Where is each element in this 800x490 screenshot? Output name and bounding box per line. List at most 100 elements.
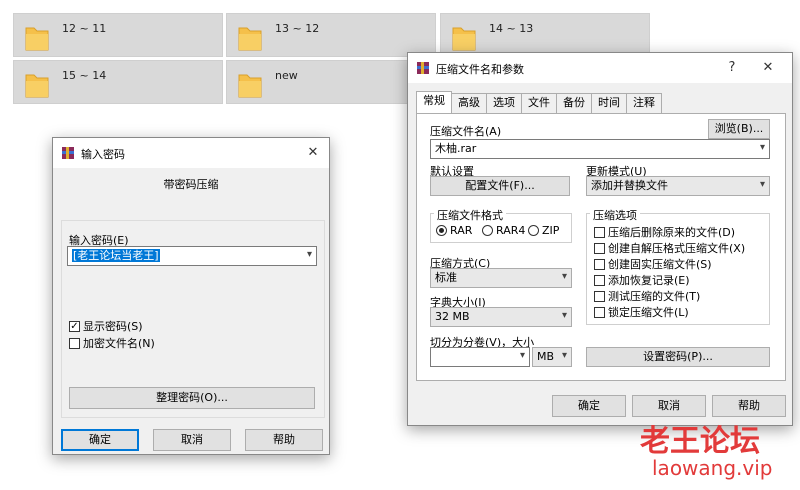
chevron-down-icon[interactable]: ▾	[520, 349, 525, 363]
checkbox-box	[594, 290, 605, 302]
tab-advanced[interactable]: 高级	[451, 93, 487, 113]
tab-files[interactable]: 文件	[521, 93, 557, 113]
format-rar-radio[interactable]: RAR	[436, 224, 472, 237]
checkbox-box	[594, 226, 605, 238]
winrar-icon	[62, 147, 74, 159]
archive-name-value: 木柚.rar	[435, 142, 477, 155]
method-value: 标准	[435, 271, 457, 284]
radio-dot	[436, 225, 447, 236]
delete-after-checkbox[interactable]: 压缩后删除原来的文件(D)	[594, 224, 735, 240]
password-dialog-titlebar[interactable]: 输入密码 ✕	[53, 138, 329, 168]
split-unit-value: MB	[537, 350, 555, 363]
folder-tile-new[interactable]: new	[226, 60, 436, 104]
radio-dot	[528, 225, 539, 236]
folder-label: 14 ~ 13	[489, 22, 534, 35]
set-password-button[interactable]: 设置密码(P)...	[586, 347, 770, 367]
test-files-checkbox[interactable]: 测试压缩的文件(T)	[594, 288, 700, 304]
radio-label: RAR	[450, 224, 473, 237]
update-mode-value: 添加并替换文件	[591, 179, 668, 192]
split-size-input[interactable]: ▾	[430, 347, 530, 367]
password-value: [老王论坛当老王]	[72, 249, 160, 262]
dialog-title: 压缩文件名和参数	[436, 63, 524, 76]
checkbox-label: 添加恢复记录(E)	[608, 274, 690, 287]
cancel-button[interactable]: 取消	[632, 395, 706, 417]
password-dialog: 输入密码 ✕ 带密码压缩 输入密码(E) [老王论坛当老王] ▾ ✓ 显示密码(…	[52, 137, 330, 455]
checkbox-label: 压缩后删除原来的文件(D)	[608, 226, 736, 239]
checkbox-box	[594, 242, 605, 254]
checkbox-box	[594, 258, 605, 270]
radio-dot	[482, 225, 493, 236]
checkbox-box	[69, 337, 80, 349]
update-mode-select[interactable]: 添加并替换文件 ▾	[586, 176, 770, 196]
solid-checkbox[interactable]: 创建固实压缩文件(S)	[594, 256, 712, 272]
options-group-title: 压缩选项	[590, 207, 640, 223]
checkbox-box	[594, 274, 605, 286]
checkbox-label: 创建自解压格式压缩文件(X)	[608, 242, 746, 255]
dialog-heading: 带密码压缩	[163, 178, 219, 191]
checkbox-label: 创建固实压缩文件(S)	[608, 258, 712, 271]
sfx-checkbox[interactable]: 创建自解压格式压缩文件(X)	[594, 240, 745, 256]
dictionary-select[interactable]: 32 MB ▾	[430, 307, 572, 327]
folder-tile-12-11[interactable]: 12 ~ 11	[13, 13, 223, 57]
profiles-button[interactable]: 配置文件(F)...	[430, 176, 570, 196]
format-rar4-radio[interactable]: RAR4	[482, 224, 525, 237]
folder-label: 15 ~ 14	[62, 69, 107, 82]
chevron-down-icon: ▾	[561, 350, 567, 361]
tab-comment[interactable]: 注释	[626, 93, 662, 113]
watermark-title: 老王论坛	[640, 424, 760, 459]
ok-button[interactable]: 确定	[61, 429, 139, 451]
chevron-down-icon[interactable]: ▾	[307, 248, 312, 262]
recovery-record-checkbox[interactable]: 添加恢复记录(E)	[594, 272, 690, 288]
folder-icon	[25, 27, 49, 51]
format-zip-radio[interactable]: ZIP	[528, 224, 559, 237]
checkbox-label: 锁定压缩文件(L)	[608, 306, 689, 319]
folder-icon	[238, 27, 262, 51]
help-button[interactable]: 帮助	[712, 395, 786, 417]
password-input[interactable]: [老王论坛当老王] ▾	[67, 246, 317, 266]
chevron-down-icon: ▾	[561, 271, 567, 282]
archive-dialog: 压缩文件名和参数 ? ✕ 常规 高级 选项 文件 备份 时间 注释 压缩文件名(…	[407, 52, 793, 426]
checkbox-label: 显示密码(S)	[83, 320, 143, 333]
folder-label: new	[275, 69, 298, 82]
close-icon[interactable]: ✕	[758, 58, 778, 78]
archive-name-input[interactable]: 木柚.rar ▾	[430, 139, 770, 159]
folder-tile-15-14[interactable]: 15 ~ 14	[13, 60, 223, 104]
ok-button[interactable]: 确定	[552, 395, 626, 417]
cancel-button[interactable]: 取消	[153, 429, 231, 451]
split-unit-select[interactable]: MB ▾	[532, 347, 572, 367]
method-select[interactable]: 标准 ▾	[430, 268, 572, 288]
folder-label: 13 ~ 12	[275, 22, 320, 35]
folder-tile-14-13[interactable]: 14 ~ 13	[440, 13, 650, 57]
folder-label: 12 ~ 11	[62, 22, 107, 35]
tab-backup[interactable]: 备份	[556, 93, 592, 113]
checkbox-box	[594, 306, 605, 318]
tab-bar: 常规 高级 选项 文件 备份 时间 注释	[416, 91, 662, 113]
close-icon[interactable]: ✕	[303, 143, 323, 163]
organize-passwords-button[interactable]: 整理密码(O)...	[69, 387, 315, 409]
winrar-icon	[417, 62, 429, 74]
checkmark-icon: ✓	[69, 320, 80, 332]
folder-tile-13-12[interactable]: 13 ~ 12	[226, 13, 436, 57]
format-group-title: 压缩文件格式	[434, 207, 506, 223]
browse-button[interactable]: 浏览(B)...	[708, 119, 770, 139]
archive-name-label: 压缩文件名(A)	[430, 125, 502, 138]
dialog-title: 输入密码	[81, 148, 125, 161]
archive-dialog-titlebar[interactable]: 压缩文件名和参数 ? ✕	[408, 53, 792, 83]
encrypt-names-checkbox[interactable]: 加密文件名(N)	[69, 335, 155, 351]
show-password-checkbox[interactable]: ✓ 显示密码(S)	[69, 318, 143, 334]
help-button[interactable]: 帮助	[245, 429, 323, 451]
lock-archive-checkbox[interactable]: 锁定压缩文件(L)	[594, 304, 689, 320]
dictionary-value: 32 MB	[435, 310, 470, 323]
radio-label: ZIP	[542, 224, 560, 237]
watermark-url: laowang.vip	[652, 456, 773, 480]
tab-general[interactable]: 常规	[416, 91, 452, 113]
chevron-down-icon: ▾	[561, 310, 567, 321]
folder-icon	[238, 74, 262, 98]
help-icon[interactable]: ?	[722, 58, 742, 78]
chevron-down-icon[interactable]: ▾	[760, 141, 765, 155]
checkbox-label: 加密文件名(N)	[83, 337, 155, 350]
tab-options[interactable]: 选项	[486, 93, 522, 113]
folder-icon	[25, 74, 49, 98]
tab-time[interactable]: 时间	[591, 93, 627, 113]
checkbox-label: 测试压缩的文件(T)	[608, 290, 701, 303]
